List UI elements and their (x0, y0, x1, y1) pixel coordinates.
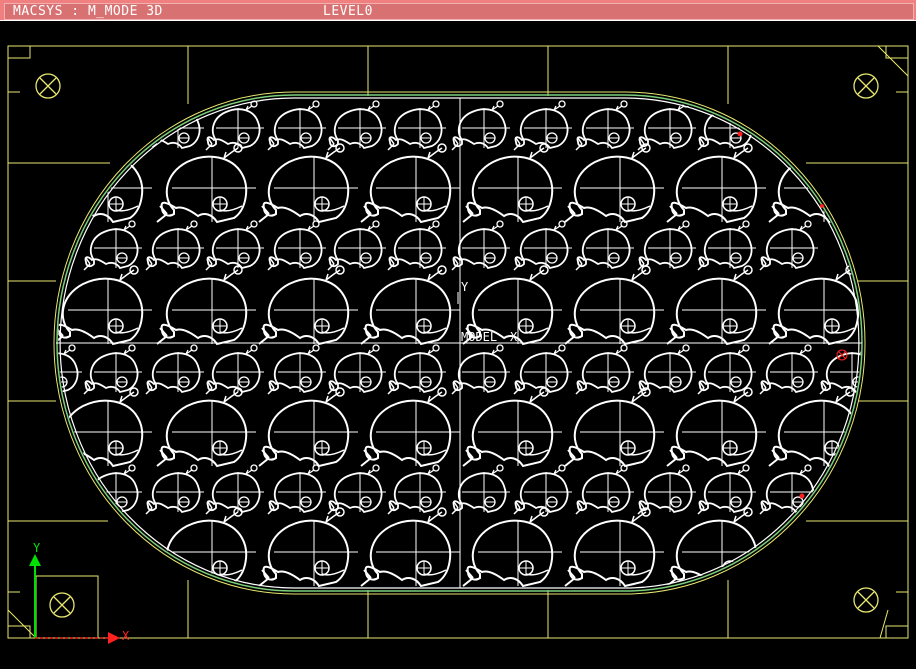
whale-shape-icon (697, 100, 757, 151)
crossed-circle-icon (35, 73, 61, 99)
whale-shape-icon (697, 220, 757, 271)
axis-triad-icon: Y X (29, 541, 130, 644)
cad-viewport[interactable]: Y MODEL X Y X (0, 22, 916, 665)
whale-shape-icon (451, 464, 511, 515)
center-lines (56, 98, 862, 588)
whale-shape-icon (513, 100, 573, 151)
whale-shape-icon (462, 143, 563, 224)
whale-shape-icon (564, 143, 665, 224)
model-axis: Y MODEL X (457, 280, 518, 344)
model-x-label: X (510, 330, 518, 344)
whale-shape-icon (387, 344, 447, 395)
whale-shape-icon (451, 100, 511, 151)
whale-shape-icon (205, 220, 265, 271)
whale-shape-icon (327, 344, 387, 395)
whale-shape-icon (768, 143, 861, 224)
whale-shape-icon (564, 507, 665, 587)
whale-shape-icon (575, 344, 635, 395)
whale-shape-icon (156, 387, 257, 467)
whale-shape-icon (575, 464, 635, 515)
whale-shape-icon (697, 464, 757, 515)
title-bar: MACSYS : M_MODE 3D LEVEL0 (0, 0, 916, 21)
model-y-label: Y (461, 280, 469, 294)
whale-shape-icon (145, 464, 205, 515)
whale-shape-icon (327, 464, 387, 515)
whale-shape-icon (145, 220, 205, 271)
whale-shape-icon (205, 100, 265, 151)
whale-shape-icon (156, 265, 257, 345)
whale-shape-icon (258, 507, 359, 587)
whale-shape-icon (58, 344, 83, 395)
whale-shape-icon (513, 464, 573, 515)
model-label: MODEL (461, 330, 497, 344)
whale-shape-icon (387, 100, 447, 151)
whale-shape-icon (637, 344, 697, 395)
whale-shape-icon (360, 265, 461, 345)
triad-x-label: X (122, 629, 130, 643)
whale-shape-icon (462, 387, 563, 467)
triad-y-label: Y (33, 541, 41, 555)
coordinate-system-label: MACSYS : M_MODE 3D (13, 4, 163, 19)
whale-shape-icon (327, 100, 387, 151)
whale-shape-icon (575, 220, 635, 271)
whale-shape-icon (759, 344, 819, 395)
whale-shape-icon (666, 143, 767, 224)
whale-shape-icon (58, 265, 153, 345)
whale-shape-icon (258, 265, 359, 345)
whale-shape-icon (83, 464, 143, 515)
whale-shape-icon (83, 220, 143, 271)
crossed-circle-icon (853, 73, 879, 99)
whale-shape-icon (360, 143, 461, 224)
level-label: LEVEL0 (323, 4, 373, 19)
whale-shape-icon (759, 220, 819, 271)
whale-shape-icon (666, 265, 767, 345)
whale-shape-icon (462, 507, 563, 587)
whale-shape-icon (327, 220, 387, 271)
whale-shape-icon (513, 220, 573, 271)
whale-shape-icon (145, 344, 205, 395)
whale-shape-icon (666, 507, 767, 587)
whale-shape-icon (360, 387, 461, 467)
whale-shape-icon (637, 100, 697, 151)
whale-shape-icon (666, 387, 767, 467)
whale-shape-icon (575, 100, 635, 151)
crossed-circle-icon (49, 592, 75, 618)
whale-shape-icon (819, 344, 861, 395)
whale-shape-icon (387, 220, 447, 271)
whale-shape-icon (205, 344, 265, 395)
whale-shape-icon (267, 344, 327, 395)
whale-shape-icon (637, 464, 697, 515)
whale-shape-icon (451, 220, 511, 271)
whale-shape-icon (267, 464, 327, 515)
whale-shape-icon (637, 220, 697, 271)
whale-shape-icon (58, 143, 153, 224)
whale-shape-icon (564, 265, 665, 345)
whale-shape-icon (267, 100, 327, 151)
whale-shape-icon (697, 344, 757, 395)
whale-shape-icon (205, 464, 265, 515)
whale-shape-icon (258, 143, 359, 224)
whale-shape-icon (360, 507, 461, 587)
whale-shape-icon (267, 220, 327, 271)
whale-shape-icon (759, 464, 819, 515)
whale-shape-icon (258, 387, 359, 467)
whale-shape-icon (156, 143, 257, 224)
whale-shape-icon (83, 344, 143, 395)
whale-shape-icon (513, 344, 573, 395)
whale-shape-icon (387, 464, 447, 515)
whale-shape-icon (156, 507, 257, 587)
crossed-circle-icon (853, 587, 879, 613)
whale-shape-icon (564, 387, 665, 467)
whale-shape-icon (451, 344, 511, 395)
